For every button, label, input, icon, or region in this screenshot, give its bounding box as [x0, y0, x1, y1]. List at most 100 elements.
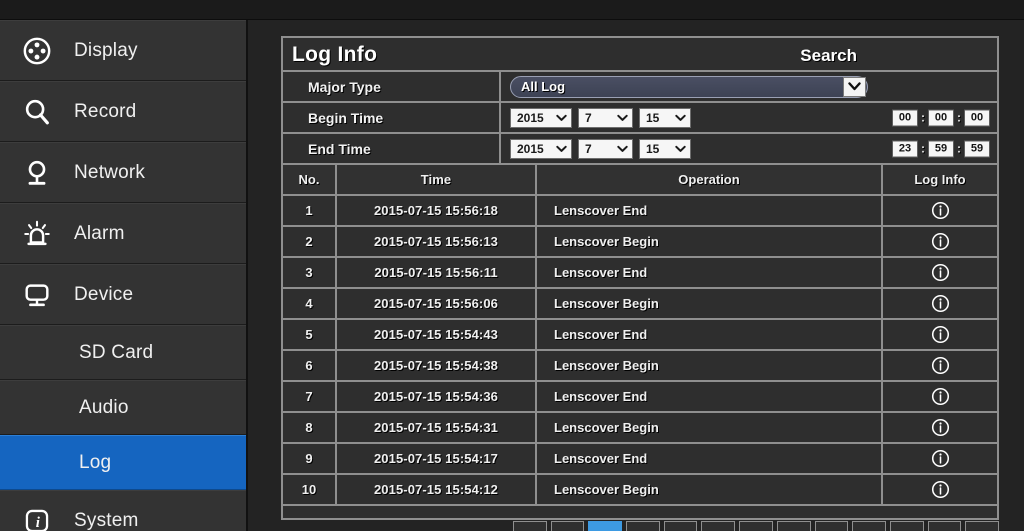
sidebar-item-alarm[interactable]: Alarm [0, 203, 246, 264]
begin-time-row: Begin Time 2015 7 15 00: 00: 00 [283, 103, 997, 134]
cell-time: 2015-07-15 15:54:17 [337, 444, 537, 473]
sidebar-item-label: Display [74, 39, 138, 61]
end-time-clock: 23 : 59 : 59 [892, 140, 990, 157]
info-icon[interactable] [883, 227, 997, 256]
sidebar-item-label: Device [74, 283, 134, 305]
end-month-value: 7 [585, 141, 592, 156]
sidebar-item-sd-card[interactable]: SD Card [0, 325, 246, 380]
info-icon[interactable] [883, 475, 997, 504]
cell-time: 2015-07-15 15:56:18 [337, 196, 537, 225]
info-icon[interactable] [883, 382, 997, 411]
pagination-button[interactable] [663, 521, 698, 531]
table-row[interactable]: 9 2015-07-15 15:54:17 Lenscover End [283, 444, 997, 475]
svg-text:i: i [36, 515, 41, 531]
table-row[interactable]: 10 2015-07-15 15:54:12 Lenscover Begin [283, 475, 997, 506]
panel-header: Log Info Search [283, 38, 997, 72]
table-row[interactable]: 4 2015-07-15 15:56:06 Lenscover Begin [283, 289, 997, 320]
cell-operation: Lenscover Begin [537, 351, 883, 380]
cell-operation: Lenscover End [537, 320, 883, 349]
end-month-select[interactable]: 7 [578, 138, 633, 159]
table-row[interactable]: 2 2015-07-15 15:56:13 Lenscover Begin [283, 227, 997, 258]
info-icon[interactable] [883, 444, 997, 473]
end-second-input[interactable]: 59 [964, 140, 990, 157]
cell-no: 9 [283, 444, 337, 473]
begin-minute-input[interactable]: 00 [928, 109, 954, 126]
pagination-button[interactable] [889, 521, 924, 531]
begin-hour-input[interactable]: 00 [892, 109, 918, 126]
cell-time: 2015-07-15 15:56:06 [337, 289, 537, 318]
table-row[interactable]: 7 2015-07-15 15:54:36 Lenscover End [283, 382, 997, 413]
sidebar-item-log[interactable]: Log [0, 435, 246, 490]
table-row[interactable]: 8 2015-07-15 15:54:31 Lenscover Begin [283, 413, 997, 444]
sidebar-item-audio[interactable]: Audio [0, 380, 246, 435]
chevron-down-icon [556, 114, 567, 121]
cell-time: 2015-07-15 15:54:12 [337, 475, 537, 504]
sidebar-item-record[interactable]: Record [0, 81, 246, 142]
info-icon[interactable] [883, 289, 997, 318]
chevron-down-icon[interactable] [843, 76, 866, 97]
pagination-button[interactable] [739, 521, 773, 531]
info-icon[interactable] [883, 351, 997, 380]
begin-second-input[interactable]: 00 [964, 109, 990, 126]
sidebar-item-label: Audio [79, 396, 129, 418]
sidebar-item-device[interactable]: Device [0, 264, 246, 325]
info-icon[interactable] [883, 258, 997, 287]
begin-day-select[interactable]: 15 [639, 107, 691, 128]
time-colon: : [921, 141, 925, 156]
cell-time: 2015-07-15 15:54:43 [337, 320, 537, 349]
table-row[interactable]: 1 2015-07-15 15:56:18 Lenscover End [283, 196, 997, 227]
end-year-select[interactable]: 2015 [510, 138, 572, 159]
major-type-select[interactable]: All Log [510, 75, 868, 98]
pagination-button[interactable] [701, 521, 736, 531]
begin-month-select[interactable]: 7 [578, 107, 633, 128]
pagination-button[interactable] [626, 521, 660, 531]
pagination-button[interactable] [588, 521, 623, 531]
table-row[interactable]: 3 2015-07-15 15:56:11 Lenscover End [283, 258, 997, 289]
cell-operation: Lenscover End [537, 196, 883, 225]
table-row[interactable]: 5 2015-07-15 15:54:43 Lenscover End [283, 320, 997, 351]
info-icon[interactable] [883, 196, 997, 225]
sidebar-item-label: Log [79, 451, 112, 473]
end-hour-input[interactable]: 23 [892, 140, 918, 157]
cell-operation: Lenscover Begin [537, 475, 883, 504]
begin-time-field: 2015 7 15 00: 00: 00 [501, 103, 997, 132]
begin-time-clock: 00 : 00 : 00 [892, 109, 990, 126]
sidebar-item-label: SD Card [79, 341, 154, 363]
cell-no: 3 [283, 258, 337, 287]
begin-day-value: 15 [646, 110, 660, 125]
end-time-row: End Time 2015 7 15 23: 59: 59 [283, 134, 997, 165]
chevron-down-icon [675, 114, 686, 121]
log-table: No. Time Operation Log Info 1 2015-07-15 15:5… [283, 165, 997, 506]
cell-operation: Lenscover Begin [537, 413, 883, 442]
pagination-button[interactable] [513, 521, 547, 531]
cell-operation: Lenscover End [537, 258, 883, 287]
end-minute-input[interactable]: 59 [928, 140, 954, 157]
table-row[interactable]: 6 2015-07-15 15:54:38 Lenscover Begin [283, 351, 997, 382]
cell-time: 2015-07-15 15:54:38 [337, 351, 537, 380]
sidebar-item-system[interactable]: i System [0, 490, 246, 531]
chevron-down-icon [556, 145, 567, 152]
pagination-button[interactable] [927, 521, 962, 531]
end-day-select[interactable]: 15 [639, 138, 691, 159]
pagination-button[interactable] [965, 521, 999, 531]
sidebar-item-display[interactable]: Display [0, 20, 246, 81]
pagination-button[interactable] [852, 521, 886, 531]
begin-year-value: 2015 [517, 110, 544, 125]
table-header-row: No. Time Operation Log Info [283, 165, 997, 196]
time-colon: : [957, 110, 961, 125]
info-box-icon: i [0, 507, 74, 531]
pagination [281, 521, 999, 531]
search-button[interactable]: Search [800, 46, 857, 66]
cell-no: 4 [283, 289, 337, 318]
column-header: No. [283, 165, 337, 194]
info-icon[interactable] [883, 413, 997, 442]
pagination-button[interactable] [776, 521, 811, 531]
sidebar-item-network[interactable]: Network [0, 142, 246, 203]
major-type-value: All Log [521, 79, 566, 94]
pagination-button[interactable] [814, 521, 849, 531]
pagination-button[interactable] [550, 521, 585, 531]
info-icon[interactable] [883, 320, 997, 349]
begin-year-select[interactable]: 2015 [510, 107, 572, 128]
chevron-down-icon [675, 145, 686, 152]
major-type-field: All Log [501, 72, 997, 101]
